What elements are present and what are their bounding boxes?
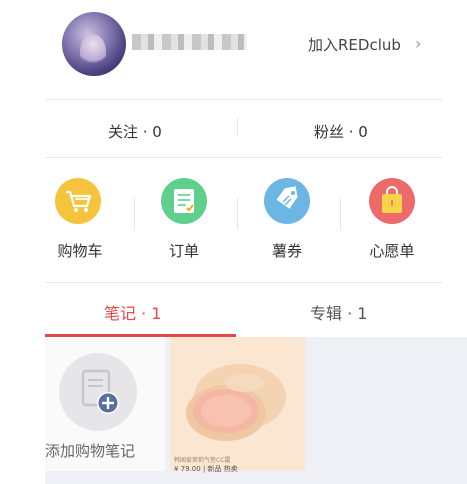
chevron-right-icon[interactable]: › — [415, 34, 421, 53]
note-card[interactable] — [170, 337, 305, 471]
add-note-icon[interactable] — [59, 353, 137, 431]
divider — [45, 99, 442, 100]
shopping-cart-icon — [55, 178, 101, 224]
shopping-cart-label[interactable]: 购物车 — [40, 240, 120, 261]
username-blurred — [132, 34, 247, 50]
divider — [134, 198, 135, 230]
coupon-tag-icon — [264, 178, 310, 224]
divider — [340, 198, 341, 230]
cushion-compact-image — [170, 337, 305, 471]
divider — [237, 198, 238, 230]
add-note-label[interactable]: 添加购物笔记 — [45, 440, 135, 461]
coupons-label[interactable]: 薯券 — [247, 240, 327, 261]
divider — [237, 118, 238, 136]
orders-label[interactable]: 订单 — [144, 240, 224, 261]
wishlist-bag-icon — [369, 178, 415, 224]
note-price: ¥ 79.00 | 新品 热卖 — [174, 465, 238, 473]
fans-count[interactable]: 粉丝 · 0 — [314, 121, 368, 142]
join-redclub-link[interactable]: 加入REDclub — [308, 34, 401, 55]
avatar[interactable] — [62, 12, 126, 76]
tab-notes[interactable]: 笔记 · 1 — [104, 300, 161, 324]
order-list-icon — [161, 178, 207, 224]
divider — [45, 282, 442, 283]
following-count[interactable]: 关注 · 0 — [108, 121, 162, 142]
note-caption: 韩国爱茉莉气垫CC霜 — [174, 457, 231, 464]
tab-albums[interactable]: 专辑 · 1 — [310, 300, 367, 324]
wishlist-label[interactable]: 心愿单 — [352, 240, 432, 261]
divider — [45, 157, 442, 158]
